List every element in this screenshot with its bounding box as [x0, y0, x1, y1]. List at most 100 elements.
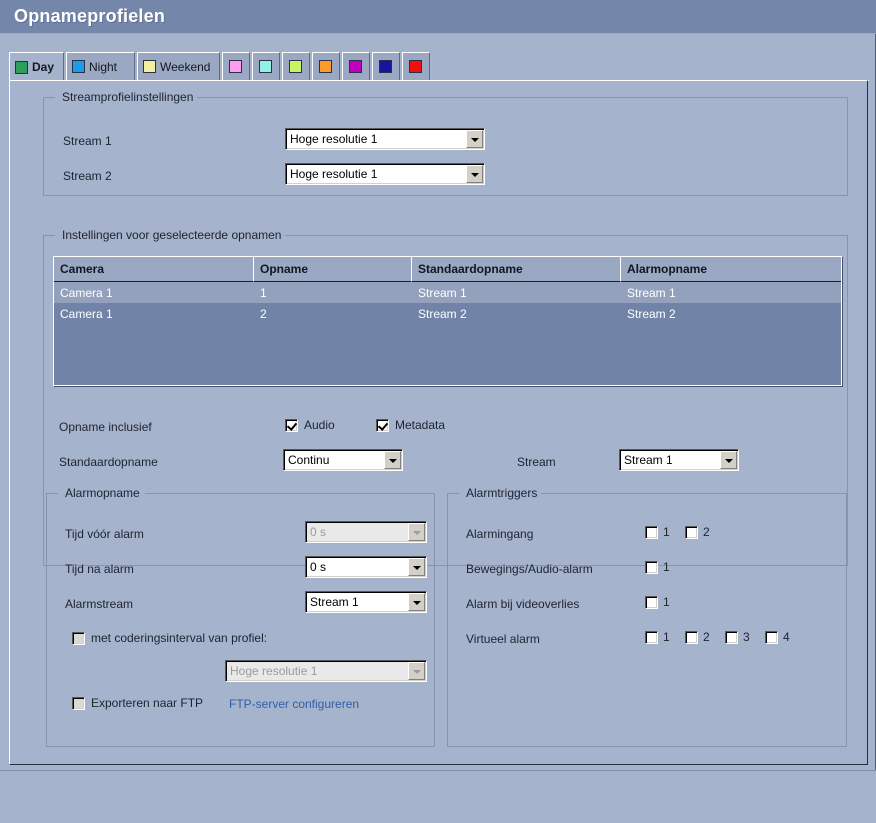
table-cell: 1	[260, 285, 267, 300]
stream2-select-value: Hoge resolutie 1	[290, 167, 378, 181]
alarm-trigger-number: 2	[703, 630, 710, 644]
chevron-down-icon[interactable]	[466, 130, 483, 148]
stream2-label: Stream 2	[63, 169, 112, 183]
coding-profile-select[interactable]: Hoge resolutie 1	[225, 660, 427, 682]
table-cell: Stream 2	[627, 306, 676, 321]
alarm-trigger-checkbox-wrap[interactable]: 2	[685, 630, 710, 644]
metadata-checkbox[interactable]	[376, 418, 389, 432]
stream-profile-legend: Streamprofielinstellingen	[58, 90, 198, 104]
chevron-down-icon[interactable]	[408, 593, 425, 611]
alarm-triggers-legend: Alarmtriggers	[462, 486, 542, 500]
stream-profile-fieldset: Streamprofielinstellingen Stream 1 Hoge …	[43, 90, 848, 196]
alarm-stream-select-value: Stream 1	[310, 595, 359, 609]
stream1-select-value: Hoge resolutie 1	[290, 132, 378, 146]
audio-checkbox-label: Audio	[304, 418, 335, 432]
coding-interval-checkbox-wrap[interactable]: met coderingsinterval van profiel:	[72, 631, 267, 645]
alarm-trigger-number: 1	[663, 630, 670, 644]
profile-color-swatch	[379, 60, 392, 73]
table-cell: Camera 1	[60, 306, 113, 321]
profile-tab-night[interactable]: Night	[66, 52, 135, 81]
alarm-trigger-checkbox-wrap[interactable]: 1	[645, 630, 670, 644]
alarm-trigger-checkbox[interactable]	[765, 630, 778, 644]
alarm-trigger-label: Virtueel alarm	[466, 632, 540, 646]
chevron-down-icon[interactable]	[408, 662, 425, 680]
profile-tab-label: Weekend	[160, 59, 211, 74]
profile-color-swatch	[259, 60, 272, 73]
alarm-trigger-number: 3	[743, 630, 750, 644]
profile-color-swatch	[349, 60, 362, 73]
table-header-row: Camera Opname Standaardopname Alarmopname	[54, 257, 841, 282]
alarm-recording-legend: Alarmopname	[61, 486, 144, 500]
alarm-stream-select[interactable]: Stream 1	[305, 591, 427, 613]
profile-tab-9[interactable]	[372, 52, 400, 81]
alarm-trigger-checkbox-wrap[interactable]: 2	[685, 525, 710, 539]
alarm-trigger-label: Bewegings/Audio-alarm	[466, 562, 593, 576]
include-label: Opname inclusief	[59, 420, 152, 434]
metadata-checkbox-wrap[interactable]: Metadata	[376, 418, 445, 432]
post-alarm-label: Tijd na alarm	[65, 562, 134, 576]
default-recording-select[interactable]: Continu	[283, 449, 403, 471]
alarm-trigger-checkbox[interactable]	[685, 525, 698, 539]
alarm-trigger-checkbox-wrap[interactable]: 1	[645, 560, 670, 574]
table-header-cell[interactable]: Camera	[54, 257, 254, 282]
profile-tab-6[interactable]	[282, 52, 310, 81]
export-ftp-label: Exporteren naar FTP	[91, 696, 204, 710]
recordings-table[interactable]: Camera Opname Standaardopname Alarmopname C…	[53, 256, 842, 386]
table-cell: 2	[260, 306, 267, 321]
ftp-server-configure-link[interactable]: FTP-server configureren	[229, 697, 359, 711]
table-header-cell[interactable]: Standaardopname	[412, 257, 621, 282]
stream1-select[interactable]: Hoge resolutie 1	[285, 128, 485, 150]
export-ftp-checkbox[interactable]	[72, 696, 85, 710]
profile-tab-4[interactable]	[222, 52, 250, 81]
post-alarm-select[interactable]: 0 s	[305, 556, 427, 578]
profile-color-swatch	[229, 60, 242, 73]
table-header-cell[interactable]: Opname	[254, 257, 412, 282]
chevron-down-icon[interactable]	[408, 558, 425, 576]
alarm-trigger-checkbox[interactable]	[685, 630, 698, 644]
alarm-trigger-checkbox[interactable]	[645, 630, 658, 644]
table-row[interactable]: Camera 1 2 Stream 2 Stream 2	[54, 303, 841, 324]
stream-label: Stream	[517, 455, 556, 469]
default-recording-select-value: Continu	[288, 453, 330, 467]
pre-alarm-select[interactable]: 0 s	[305, 521, 427, 543]
alarm-trigger-checkbox-wrap[interactable]: 4	[765, 630, 790, 644]
alarm-trigger-checkbox[interactable]	[725, 630, 738, 644]
chevron-down-icon[interactable]	[408, 523, 425, 541]
alarm-trigger-checkbox[interactable]	[645, 525, 658, 539]
alarm-trigger-checkbox-wrap[interactable]: 1	[645, 595, 670, 609]
alarm-trigger-checkbox[interactable]	[645, 595, 658, 609]
alarm-trigger-checkbox-wrap[interactable]: 1	[645, 525, 670, 539]
stream2-select[interactable]: Hoge resolutie 1	[285, 163, 485, 185]
profile-tab-8[interactable]	[342, 52, 370, 81]
chevron-down-icon[interactable]	[466, 165, 483, 183]
profile-tab-day[interactable]: Day	[9, 52, 64, 82]
stream-select[interactable]: Stream 1	[619, 449, 739, 471]
profile-color-swatch	[72, 60, 85, 73]
profile-tab-weekend[interactable]: Weekend	[137, 52, 220, 81]
alarm-trigger-checkbox-wrap[interactable]: 3	[725, 630, 750, 644]
alarm-stream-label: Alarmstream	[65, 597, 134, 611]
alarm-trigger-label: Alarm bij videoverlies	[466, 597, 580, 611]
default-recording-label: Standaardopname	[59, 455, 158, 469]
coding-profile-select-value: Hoge resolutie 1	[230, 664, 318, 678]
export-ftp-checkbox-wrap[interactable]: Exporteren naar FTP	[72, 696, 203, 710]
chevron-down-icon[interactable]	[384, 451, 401, 469]
post-alarm-select-value: 0 s	[310, 560, 327, 574]
audio-checkbox[interactable]	[285, 418, 298, 432]
table-header-cell[interactable]: Alarmopname	[621, 257, 841, 282]
pre-alarm-label: Tijd vóór alarm	[65, 527, 144, 541]
profile-tab-7[interactable]	[312, 52, 340, 81]
table-row[interactable]: Camera 1 1 Stream 1 Stream 1	[54, 282, 841, 303]
chevron-down-icon[interactable]	[720, 451, 737, 469]
audio-checkbox-wrap[interactable]: Audio	[285, 418, 335, 432]
recording-profiles-window: Opnameprofielen Day Night Weekend Streampr…	[0, 0, 876, 823]
profile-color-swatch	[15, 60, 28, 74]
coding-interval-label: met coderingsinterval van profiel:	[91, 631, 268, 645]
alarm-trigger-checkbox[interactable]	[645, 560, 658, 574]
coding-interval-checkbox[interactable]	[72, 631, 85, 645]
stream1-label: Stream 1	[63, 134, 112, 148]
profile-tab-5[interactable]	[252, 52, 280, 81]
profile-tab-10[interactable]	[402, 52, 430, 81]
alarm-recording-fieldset: Alarmopname Tijd vóór alarm 0 s Tijd na …	[46, 486, 435, 747]
table-cell: Stream 1	[627, 285, 676, 300]
